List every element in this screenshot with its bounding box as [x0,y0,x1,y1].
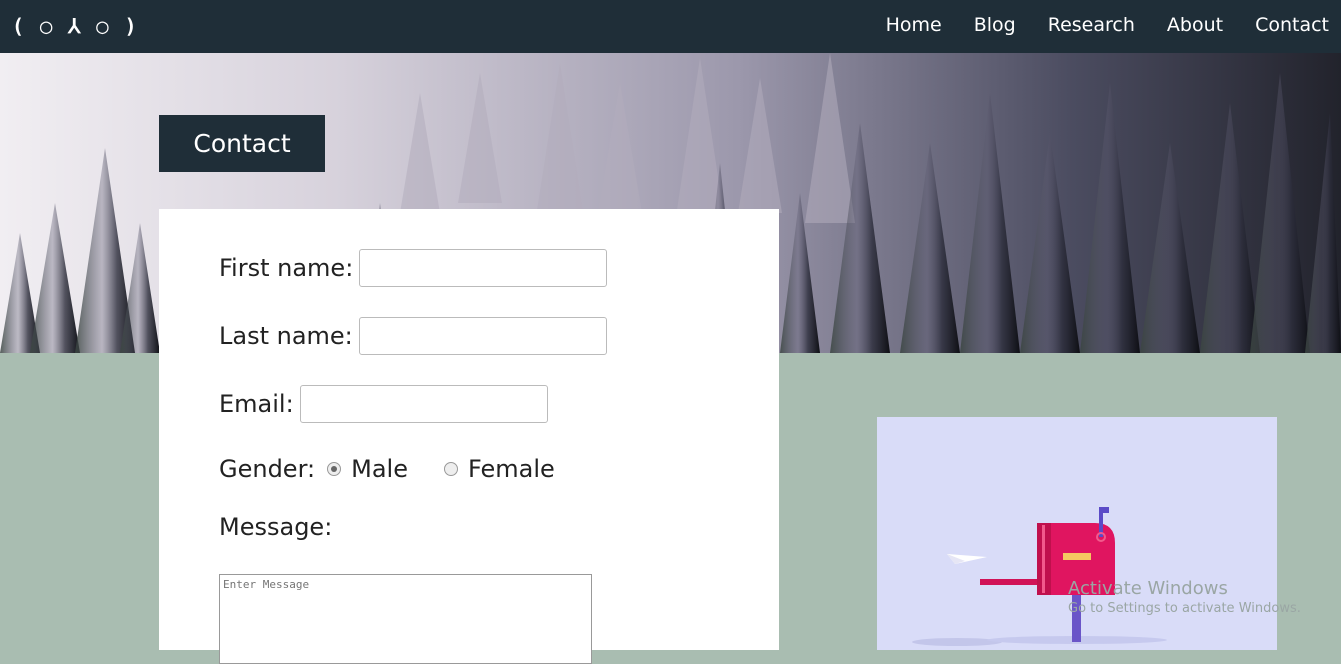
nav-about[interactable]: About [1167,14,1223,36]
top-navbar: ( ◯ ⅄ ◯ ) Home Blog Research About Conta… [0,0,1341,53]
gender-female-radio[interactable] [443,462,458,476]
gender-female-label: Female [467,455,555,483]
first-name-input[interactable] [359,249,608,287]
email-row: Email: [219,385,548,423]
last-name-row: Last name: [219,317,607,355]
gender-male-label: Male [351,455,408,483]
last-name-label: Last name: [219,322,353,350]
email-label: Email: [219,390,294,418]
windows-activation-watermark: Activate Windows Go to Settings to activ… [1068,578,1301,616]
first-name-row: First name: [219,249,608,287]
email-input[interactable] [299,385,548,423]
gender-row: Gender: Male Female [219,455,555,483]
nav-research[interactable]: Research [1048,14,1135,36]
message-row: Message: [219,513,332,541]
gender-label: Gender: [219,455,316,483]
site-logo[interactable]: ( ◯ ⅄ ◯ ) [12,14,139,38]
page-title: Contact [159,115,325,172]
last-name-input[interactable] [358,317,607,355]
nav-home[interactable]: Home [886,14,942,36]
nav-contact[interactable]: Contact [1255,14,1329,36]
message-textarea[interactable] [219,574,592,664]
nav-blog[interactable]: Blog [974,14,1016,36]
nav-links: Home Blog Research About Contact [886,14,1329,36]
watermark-title: Activate Windows [1068,578,1228,599]
message-label: Message: [219,513,333,541]
contact-form: First name: Last name: Email: Gender: Ma… [159,209,779,664]
first-name-label: First name: [219,254,354,282]
gender-male-radio[interactable] [327,462,342,476]
watermark-subtitle: Go to Settings to activate Windows. [1068,601,1301,616]
